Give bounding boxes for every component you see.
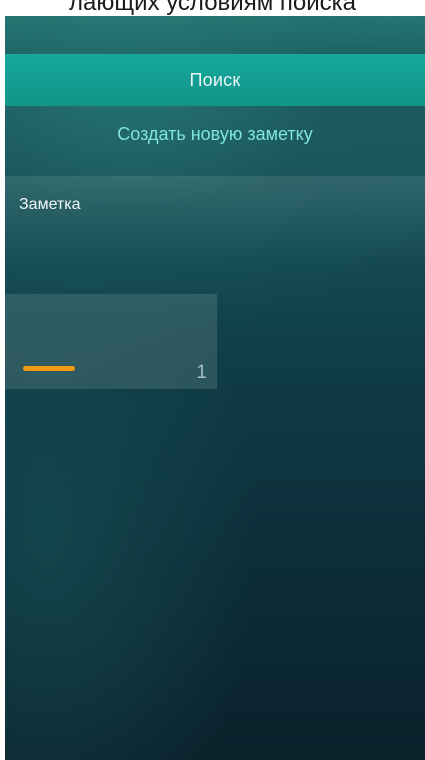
search-button[interactable]: Поиск bbox=[5, 54, 425, 106]
note-section-header: Заметка bbox=[5, 176, 425, 266]
note-section-title: Заметка bbox=[19, 196, 81, 213]
create-note-button[interactable]: Создать новую заметку bbox=[5, 112, 425, 156]
app-screen: Поиск Создать новую заметку Заметка 1 bbox=[5, 16, 425, 760]
search-label: Поиск bbox=[189, 69, 241, 90]
status-strip bbox=[5, 16, 425, 53]
note-progress-bar bbox=[23, 366, 75, 371]
create-note-label: Создать новую заметку bbox=[117, 123, 313, 144]
note-card[interactable]: 1 bbox=[5, 294, 217, 389]
note-count: 1 bbox=[196, 362, 207, 383]
top-caption: лающих условиям поиска bbox=[0, 0, 425, 17]
